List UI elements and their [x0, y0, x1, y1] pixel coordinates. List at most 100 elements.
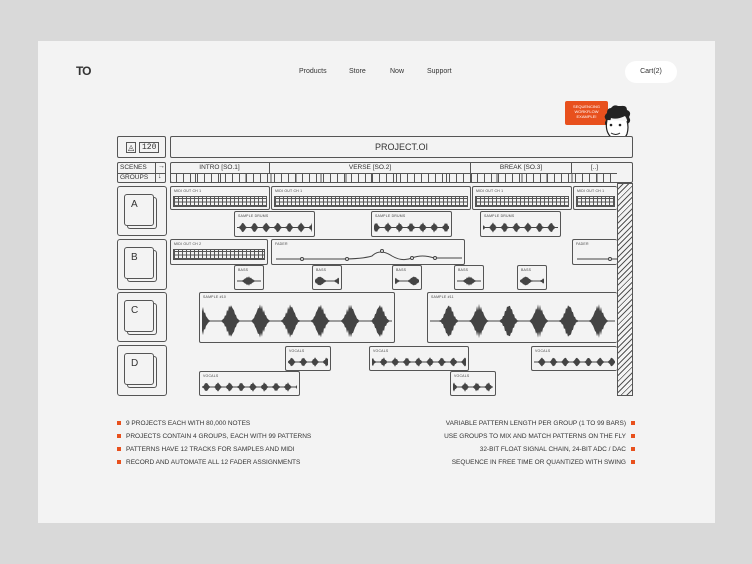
clip-label: SAMPLE DRUMS [238, 214, 269, 218]
logo[interactable]: TO [76, 64, 91, 78]
cart-button[interactable]: Cart(2) [625, 61, 677, 83]
end-marker [617, 183, 633, 396]
group-b-button[interactable]: B [117, 239, 167, 290]
sample-10-clip[interactable]: SAMPLE #10 [199, 292, 395, 343]
feature-item: VARIABLE PATTERN LENGTH PER GROUP (1 TO … [446, 420, 635, 427]
bass-clip[interactable]: BASS [312, 265, 342, 290]
waveform [395, 276, 419, 286]
midi-grid [576, 196, 615, 207]
feature-item: PATTERNS HAVE 12 TRACKS FOR SAMPLES AND … [117, 446, 295, 453]
clip-label: BASS [238, 268, 249, 272]
bass-clip[interactable]: BASS [234, 265, 264, 290]
waveform [374, 222, 449, 233]
waveform [288, 357, 328, 367]
waveform [237, 276, 261, 286]
nav-products[interactable]: Products [299, 68, 327, 75]
drums-clip[interactable]: SAMPLE DRUMS [371, 211, 452, 237]
clip-label: MIDI OUT CH 1 [174, 189, 202, 193]
group-key: B [124, 247, 154, 279]
vocals-clip[interactable]: VOCALS [199, 371, 300, 396]
scene-intro[interactable]: INTRO [SO.1] [170, 162, 270, 173]
clip-label: MIDI OUT CH 1 [275, 189, 303, 193]
arrow-down-icon: ↓ [158, 173, 162, 180]
clip-label: BASS [396, 268, 407, 272]
waveform [457, 276, 481, 286]
waveform [453, 382, 493, 392]
clip-label: SAMPLE #10 [203, 295, 227, 299]
feature-item: 32-BIT FLOAT SIGNAL CHAIN, 24-BIT ADC / … [480, 446, 635, 453]
vocals-clip[interactable]: VOCALS [531, 346, 617, 371]
fader-clip[interactable]: FADER [572, 239, 618, 265]
waveform [237, 222, 312, 233]
metronome-icon: ◬ [126, 142, 137, 153]
waveform [202, 304, 392, 338]
clip-label: VOCALS [373, 349, 389, 353]
clip-label: BASS [458, 268, 469, 272]
scene-verse[interactable]: VERSE [SO.2] [270, 162, 471, 173]
scenes-label: SCENES [120, 164, 147, 171]
midi-grid [274, 196, 468, 207]
midi-clip[interactable]: MIDI OUT CH 1 [170, 186, 270, 210]
waveform [483, 222, 558, 233]
clip-label: MIDI OUT CH 1 [577, 189, 605, 193]
vocals-clip[interactable]: VOCALS [369, 346, 469, 371]
clip-label: BASS [521, 268, 532, 272]
clip-label: MIDI OUT CH 2 [174, 242, 202, 246]
automation-curve [577, 257, 618, 261]
feature-item: RECORD AND AUTOMATE ALL 12 FADER ASSIGNM… [117, 459, 300, 466]
waveform [202, 382, 297, 392]
midi-clip[interactable]: MIDI OUT CH 1 [472, 186, 572, 210]
clip-label: VOCALS [289, 349, 305, 353]
vocals-clip[interactable]: VOCALS [450, 371, 496, 396]
midi-grid [475, 196, 569, 207]
waveform [315, 276, 339, 286]
feature-item: 9 PROJECTS EACH WITH 80,000 NOTES [117, 420, 250, 427]
groups-label: GROUPS [120, 174, 149, 181]
group-key: C [124, 300, 154, 332]
waveform [520, 276, 544, 286]
tempo-display[interactable]: ◬ 120 [117, 136, 166, 158]
waveform [372, 357, 466, 367]
row-labels: SCENES → GROUPS ↓ [117, 162, 166, 183]
midi-clip[interactable]: MIDI OUT CH 1 [573, 186, 617, 210]
feature-item: SEQUENCE IN FREE TIME OR QUANTIZED WITH … [452, 459, 635, 466]
waveform [430, 303, 615, 339]
group-c-button[interactable]: C [117, 292, 167, 342]
bar-ruler [170, 173, 617, 183]
nav-store[interactable]: Store [349, 68, 366, 75]
clip-label: SAMPLE DRUMS [484, 214, 515, 218]
midi-grid [173, 196, 267, 207]
group-a-button[interactable]: A [117, 186, 167, 236]
project-title: PROJECT.OI [170, 136, 633, 158]
feature-item: USE GROUPS TO MIX AND MATCH PATTERNS ON … [444, 433, 635, 440]
automation-curve [276, 249, 462, 261]
midi-grid [173, 249, 265, 260]
clip-label: MIDI OUT CH 1 [476, 189, 504, 193]
bass-clip[interactable]: BASS [454, 265, 484, 290]
group-d-button[interactable]: D [117, 345, 167, 396]
clip-label: SAMPLE #11 [431, 295, 454, 299]
group-key: D [124, 353, 154, 385]
nav-now[interactable]: Now [390, 68, 404, 75]
nav-support[interactable]: Support [427, 68, 452, 75]
waveform [534, 357, 615, 367]
drums-clip[interactable]: SAMPLE DRUMS [480, 211, 561, 237]
feature-item: PROJECTS CONTAIN 4 GROUPS, EACH WITH 99 … [117, 433, 311, 440]
clip-label: VOCALS [203, 374, 219, 378]
clip-label: SAMPLE DRUMS [375, 214, 406, 218]
drums-clip[interactable]: SAMPLE DRUMS [234, 211, 315, 237]
scene-break[interactable]: BREAK [SO.3] [471, 162, 572, 173]
clip-label: VOCALS [454, 374, 470, 378]
midi-clip[interactable]: MIDI OUT CH 2 [170, 239, 268, 265]
vocals-clip[interactable]: VOCALS [285, 346, 331, 371]
clip-label: VOCALS [535, 349, 551, 353]
tempo-value: 120 [139, 142, 160, 153]
group-key: A [124, 194, 154, 226]
scene-more[interactable]: [..] [572, 162, 617, 173]
clip-label: BASS [316, 268, 327, 272]
bass-clip[interactable]: BASS [392, 265, 422, 290]
midi-clip[interactable]: MIDI OUT CH 1 [271, 186, 471, 210]
sample-11-clip[interactable]: SAMPLE #11 [427, 292, 617, 343]
bass-clip[interactable]: BASS [517, 265, 547, 290]
fader-clip[interactable]: FADER [271, 239, 465, 265]
